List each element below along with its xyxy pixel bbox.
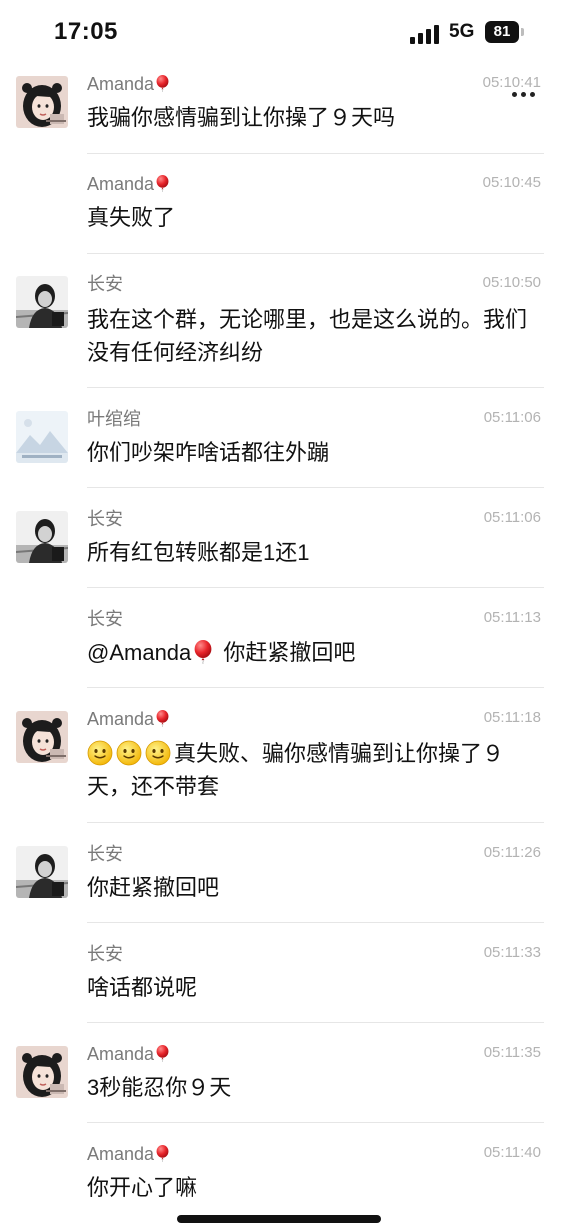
message-text: 你开心了嘛	[87, 1175, 198, 1200]
divider	[87, 253, 544, 254]
sender-name: 长安	[87, 509, 123, 529]
signal-icon	[410, 24, 440, 44]
network-label: 5G	[449, 21, 475, 42]
message-text: 我骗你感情骗到让你操了９天吗	[87, 105, 396, 130]
timestamp: 05:11:40	[483, 1144, 541, 1161]
divider	[87, 487, 544, 488]
sender-name: 长安	[87, 944, 123, 964]
divider	[87, 687, 544, 688]
timestamp: 05:11:35	[483, 1044, 541, 1061]
divider	[87, 153, 544, 154]
status-bar: 17:05 5G 81	[0, 0, 561, 64]
divider	[87, 1122, 544, 1123]
sender-name: Amanda	[87, 172, 170, 196]
divider	[87, 387, 544, 388]
message-text: @Amanda 你赶紧撤回吧	[87, 640, 356, 665]
mention-link[interactable]: @Amanda	[87, 640, 191, 665]
timestamp: 05:10:41	[482, 74, 541, 91]
timestamp: 05:11:33	[483, 944, 541, 961]
sender-name: 长安	[87, 274, 123, 294]
avatar[interactable]	[16, 276, 68, 328]
sender-name: 长安	[87, 609, 123, 629]
timestamp: 05:11:06	[483, 409, 541, 426]
message-text: 所有红包转账都是1还1	[87, 540, 310, 565]
avatar[interactable]	[16, 711, 68, 763]
balloon-icon	[155, 1145, 170, 1162]
balloon-icon	[155, 175, 170, 192]
balloon-icon	[155, 1045, 170, 1062]
balloon-icon	[155, 710, 170, 727]
timestamp: 05:11:26	[483, 844, 541, 861]
balloon-icon	[193, 640, 213, 664]
message-text: 你赶紧撤回吧	[87, 875, 220, 900]
avatar[interactable]	[16, 76, 68, 128]
timestamp: 05:11:06	[483, 509, 541, 526]
divider	[87, 1022, 544, 1023]
timestamp: 05:11:18	[483, 709, 541, 726]
message-text: 啥话都说呢	[87, 975, 198, 1000]
avatar[interactable]	[16, 411, 68, 463]
divider	[87, 822, 544, 823]
home-indicator[interactable]	[177, 1215, 381, 1223]
smile-emoji-icon	[87, 740, 113, 766]
message-text: 真失败了	[87, 205, 176, 230]
battery-icon: 81	[485, 21, 519, 43]
message-text: 你们吵架咋啥话都往外蹦	[87, 440, 330, 465]
message-text: 3秒能忍你９天	[87, 1075, 232, 1100]
avatar[interactable]	[16, 1046, 68, 1098]
divider	[87, 922, 544, 923]
battery-tip	[521, 28, 524, 36]
sender-name: Amanda	[87, 1042, 170, 1066]
balloon-icon	[155, 75, 170, 92]
status-time: 17:05	[54, 18, 118, 45]
timestamp: 05:11:13	[483, 609, 541, 626]
message-text: 真失败、骗你感情骗到让你操了９天，还不带套	[87, 740, 505, 799]
divider	[87, 587, 544, 588]
timestamp: 05:10:45	[482, 174, 541, 191]
sender-name: Amanda	[87, 72, 170, 96]
avatar[interactable]	[16, 846, 68, 898]
sender-name: 长安	[87, 844, 123, 864]
more-options-icon[interactable]	[508, 90, 538, 100]
message-text: 我在这个群，无论哪里，也是这么说的。我们没有任何经济纠纷	[87, 307, 528, 365]
smile-emoji-icon	[145, 740, 171, 766]
sender-name: Amanda	[87, 1142, 170, 1166]
avatar[interactable]	[16, 511, 68, 563]
sender-name: 叶绾绾	[87, 409, 141, 429]
timestamp: 05:10:50	[482, 274, 541, 291]
smile-emoji-icon	[116, 740, 142, 766]
sender-name: Amanda	[87, 707, 170, 731]
